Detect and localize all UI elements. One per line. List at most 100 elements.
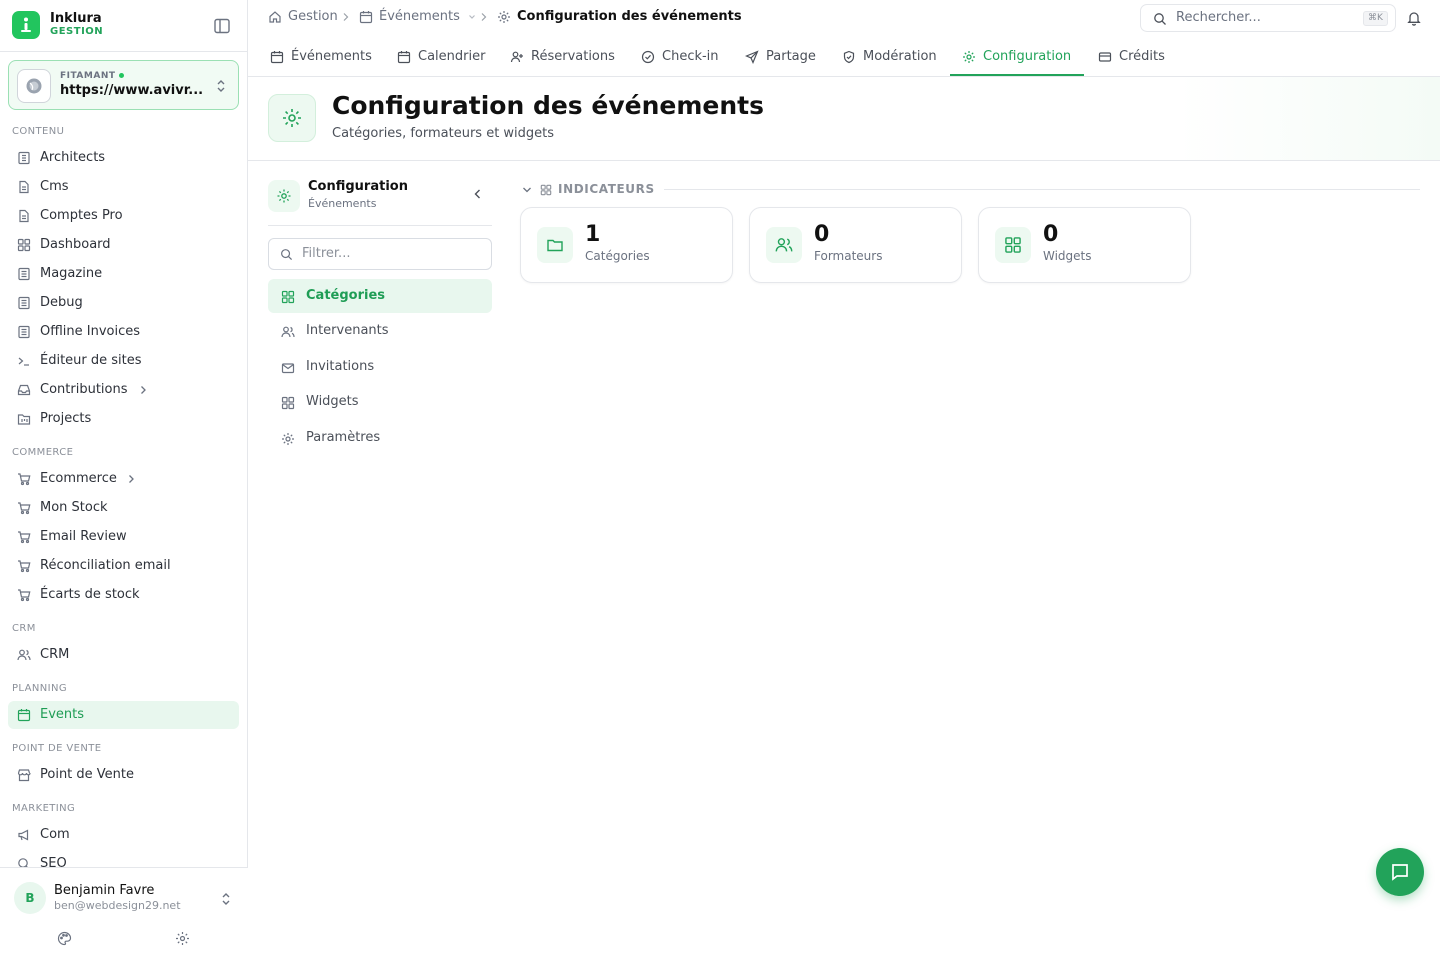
tab-bar: Événements Calendrier Réservations Check… (248, 36, 1440, 77)
tab-check-in[interactable]: Check-in (641, 36, 719, 77)
brand-logo-icon (12, 11, 40, 39)
sidebar-item-contributions[interactable]: Contributions (8, 376, 239, 404)
stat-card-widgets: 0 Widgets (978, 207, 1191, 283)
tab-label: Réservations (531, 49, 615, 64)
stat-value: 0 (814, 222, 830, 247)
sidebar-toggle-icon[interactable] (212, 16, 232, 36)
breadcrumb-label: Événements (379, 9, 460, 24)
gear-icon[interactable] (175, 931, 190, 946)
sidebar-item-editeur-de-sites[interactable]: Éditeur de sites (8, 347, 239, 375)
config-item-label: Paramètres (306, 430, 381, 445)
sidebar-item-label: Ecommerce (40, 471, 117, 486)
breadcrumb-current: Configuration des événements (497, 9, 742, 24)
indicators-divider (664, 189, 1420, 190)
config-item-widgets[interactable]: Widgets (268, 385, 492, 419)
tab-configuration[interactable]: Configuration (962, 36, 1071, 77)
sidebar-item-ecarts-de-stock[interactable]: Écarts de stock (8, 581, 239, 609)
section-label-planning: PLANNING (12, 683, 68, 694)
config-item-label: Invitations (306, 359, 375, 374)
chevron-right-icon (343, 13, 349, 21)
section-label-contenu: CONTENU (12, 126, 65, 137)
sidebar-item-point-de-vente[interactable]: Point de Vente (8, 761, 239, 789)
breadcrumb-label: Configuration des événements (517, 9, 742, 24)
gear-icon (268, 180, 300, 212)
active-tab-indicator (950, 74, 1084, 76)
newspaper-icon (18, 296, 30, 310)
sidebar-item-projects[interactable]: Projects (8, 405, 239, 433)
sidebar-item-mon-stock[interactable]: Mon Stock (8, 494, 239, 522)
check-circle-icon (641, 50, 655, 63)
sidebar-item-cms[interactable]: Cms (8, 173, 239, 201)
stat-card-categories: 1 Catégories (520, 207, 733, 283)
grid-icon (281, 290, 295, 304)
sidebar-item-label: CRM (40, 647, 70, 662)
palette-icon[interactable] (57, 931, 72, 946)
section-label-point-de-vente: POINT DE VENTE (12, 743, 102, 754)
tab-calendrier[interactable]: Calendrier (397, 36, 485, 77)
bell-icon[interactable] (1406, 10, 1422, 26)
tab-reservations[interactable]: Réservations (510, 36, 615, 77)
chevron-left-icon[interactable] (472, 188, 484, 200)
sidebar-item-label: Architects (40, 150, 106, 165)
breadcrumb-label: Gestion (288, 9, 338, 24)
folder-kanban-icon (17, 414, 31, 425)
sidebar-item-com[interactable]: Com (8, 821, 239, 849)
cart-icon (18, 560, 31, 573)
grid-icon (540, 184, 552, 196)
tab-partage[interactable]: Partage (745, 36, 816, 77)
section-label-marketing: MARKETING (12, 803, 76, 814)
sidebar-item-reconciliation-email[interactable]: Réconciliation email (8, 552, 239, 580)
tab-label: Modération (863, 49, 937, 64)
config-panel-title: Configuration (308, 179, 408, 194)
brand-name: Inklura (50, 11, 102, 26)
indicators-label: INDICATEURS (558, 182, 655, 196)
grid-icon (995, 227, 1031, 263)
sidebar-item-offline-invoices[interactable]: Offline Invoices (8, 318, 239, 346)
site-switcher[interactable]: FITAMANT https://www.avivr... (8, 60, 239, 110)
indicators-header[interactable]: INDICATEURS (520, 181, 1420, 199)
config-item-intervenants[interactable]: Intervenants (268, 314, 492, 348)
calendar-icon (270, 50, 284, 63)
sidebar-item-label: Écarts de stock (40, 587, 140, 602)
search-input[interactable]: Rechercher... ⌘K (1140, 4, 1396, 32)
building-icon (18, 151, 30, 165)
tab-label: Crédits (1119, 49, 1165, 64)
sidebar-item-ecommerce[interactable]: Ecommerce (8, 465, 239, 493)
sidebar-item-debug[interactable]: Debug (8, 289, 239, 317)
sidebar-item-seo[interactable]: SEO (8, 850, 239, 868)
sidebar-item-magazine[interactable]: Magazine (8, 260, 239, 288)
sidebar-divider (0, 51, 248, 52)
mail-icon (281, 363, 295, 374)
cart-icon (18, 589, 31, 602)
config-panel-subtitle: Événements (308, 197, 377, 210)
chat-button[interactable] (1376, 848, 1424, 896)
config-item-invitations[interactable]: Invitations (268, 350, 492, 384)
chevron-right-icon (481, 13, 487, 21)
user-menu[interactable]: B Benjamin Favre ben@webdesign29.net (0, 867, 248, 960)
app-root: Inklura GESTION FITAMANT https://www.avi… (0, 0, 1440, 960)
chevron-down-icon (468, 14, 475, 19)
sidebar-item-crm[interactable]: CRM (8, 641, 239, 669)
breadcrumb-evenements[interactable]: Événements (359, 9, 482, 24)
config-item-categories[interactable]: Catégories (268, 279, 492, 313)
sidebar-item-dashboard[interactable]: Dashboard (8, 231, 239, 259)
tab-credits[interactable]: Crédits (1098, 36, 1165, 77)
gear-icon (498, 10, 510, 23)
sidebar-item-label: Contributions (40, 382, 128, 397)
filter-input[interactable]: Filtrer... (268, 238, 492, 270)
sidebar-item-email-review[interactable]: Email Review (8, 523, 239, 551)
sidebar-item-events[interactable]: Events (8, 701, 239, 729)
breadcrumb-gestion[interactable]: Gestion (268, 9, 338, 24)
site-url: https://www.avivr... (60, 83, 204, 98)
sidebar-item-architects[interactable]: Architects (8, 144, 239, 172)
tab-evenements[interactable]: Événements (270, 36, 372, 77)
brand[interactable]: Inklura GESTION (12, 10, 236, 42)
stat-value: 0 (1043, 222, 1059, 247)
stat-label: Widgets (1043, 249, 1092, 263)
sidebar-item-comptes-pro[interactable]: Comptes Pro (8, 202, 239, 230)
config-item-parametres[interactable]: Paramètres (268, 421, 492, 455)
folder-icon (537, 227, 573, 263)
chevrons-up-down-icon (215, 78, 227, 94)
tab-moderation[interactable]: Modération (842, 36, 937, 77)
file-icon (19, 209, 29, 223)
